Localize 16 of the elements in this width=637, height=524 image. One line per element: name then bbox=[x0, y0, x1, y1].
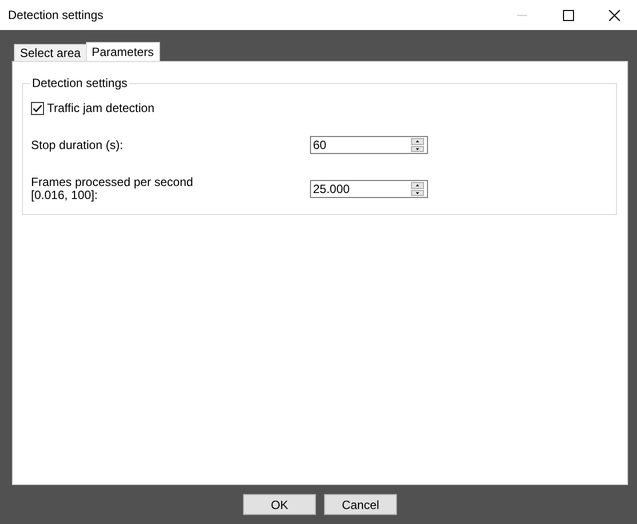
tab[interactable]: Select area bbox=[14, 44, 87, 61]
dialog-button[interactable]: OK bbox=[243, 494, 316, 515]
close-icon[interactable] bbox=[608, 10, 620, 20]
spin-value-input[interactable]: 25.000 bbox=[311, 181, 410, 197]
field-label: Frames processed per second [0.016, 100]: bbox=[31, 176, 194, 202]
spin-field[interactable]: 60 bbox=[310, 136, 428, 154]
field-label: Stop duration (s): bbox=[31, 138, 124, 152]
checkbox[interactable] bbox=[31, 102, 44, 115]
maximize-icon[interactable] bbox=[562, 10, 574, 20]
tab[interactable]: Parameters bbox=[86, 42, 160, 61]
group-title: Detection settings bbox=[31, 76, 128, 90]
spin-field[interactable]: 25.000 bbox=[310, 180, 428, 198]
checkbox-label: Traffic jam detection bbox=[47, 102, 154, 115]
dialog-button[interactable]: Cancel bbox=[324, 494, 397, 515]
window-title: Detection settings bbox=[8, 8, 104, 22]
spin-value-input[interactable]: 60 bbox=[311, 137, 410, 153]
